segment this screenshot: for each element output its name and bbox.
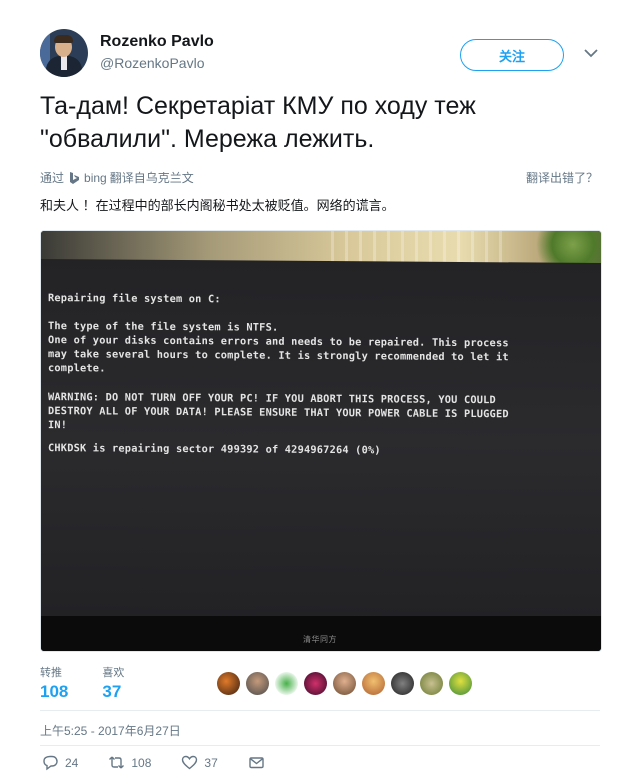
chevron-down-icon[interactable] [582, 44, 600, 62]
likes-count: 37 [102, 682, 122, 701]
divider [40, 710, 600, 711]
tweet-stats: 转推 108 喜欢 37 [40, 664, 124, 702]
retweet-count: 108 [131, 755, 152, 770]
screen-line: Repairing file system on C: [48, 292, 221, 306]
bing-logo-icon [70, 171, 80, 184]
liker-avatar[interactable] [304, 672, 327, 695]
reply-button[interactable]: 24 [42, 754, 78, 771]
retweet-button[interactable]: 108 [108, 754, 151, 771]
like-count: 37 [204, 755, 218, 770]
divider [40, 745, 600, 746]
wrong-translation-link[interactable]: 翻译出错了？ [526, 169, 598, 186]
liker-avatar[interactable] [391, 672, 414, 695]
liker-avatars [217, 672, 472, 695]
tweet-text: Та-дам! Секретаріат КМУ по ходу теж "обв… [40, 92, 476, 153]
tweet: Rozenko Pavlo @RozenkoPavlo 关注 Та-дам! С… [0, 0, 640, 774]
heart-icon [182, 755, 198, 770]
liker-avatar[interactable] [246, 672, 269, 695]
reply-count: 24 [65, 755, 79, 770]
retweet-icon [109, 756, 125, 769]
retweets-count: 108 [40, 682, 69, 701]
screen-line: DESTROY ALL OF YOUR DATA! PLEASE ENSURE … [48, 405, 509, 421]
translation-source: 翻译自乌克兰文 [109, 171, 194, 185]
liker-avatar[interactable] [333, 672, 356, 695]
liker-avatar[interactable] [275, 672, 298, 695]
retweet-stat[interactable]: 转推 108 [40, 664, 68, 702]
user-handle[interactable]: @RozenkoPavlo [100, 55, 205, 71]
screen-line: IN! [48, 419, 68, 432]
monitor-brand: 清华同方 [303, 635, 337, 644]
user-name[interactable]: Rozenko Pavlo [100, 33, 214, 51]
reply-icon [43, 755, 58, 771]
timestamp[interactable]: 上午5:25 - 2017年6月27日 [40, 722, 181, 739]
avatar[interactable] [40, 29, 88, 77]
monitor-screen: Repairing file system on C: The type of … [41, 259, 601, 623]
bing-label[interactable]: bing [84, 171, 107, 185]
tweet-actions: 24 108 37 [42, 754, 295, 771]
follow-button[interactable]: 关注 [460, 39, 564, 71]
liker-avatar[interactable] [362, 672, 385, 695]
liker-avatar[interactable] [420, 672, 443, 695]
via-label: 通过 [40, 171, 65, 185]
screen-line: may take several hours to complete. It i… [48, 348, 509, 364]
screen-line: CHKDSK is repairing sector 499392 of 429… [48, 442, 381, 457]
translation-attribution: 通过 bing 翻译自乌克兰文 [40, 169, 194, 186]
message-button[interactable] [248, 754, 265, 771]
liker-avatar[interactable] [217, 672, 240, 695]
tweet-photo[interactable]: Repairing file system on C: The type of … [40, 230, 602, 652]
likes-stat[interactable]: 喜欢 37 [102, 664, 124, 702]
like-button[interactable]: 37 [181, 754, 218, 771]
retweets-label: 转推 [40, 667, 62, 679]
liker-avatar[interactable] [449, 672, 472, 695]
translated-text: 和夫人 ！在过程中的部长内阁秘书处太被贬值。网络的谎言。 [40, 198, 395, 213]
window-blinds [331, 231, 511, 265]
likes-label: 喜欢 [102, 667, 125, 679]
envelope-icon [249, 757, 264, 769]
screen-line: complete. [48, 362, 106, 375]
